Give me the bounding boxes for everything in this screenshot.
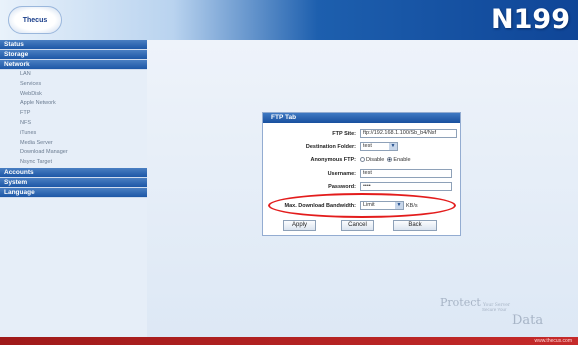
username-input[interactable]: test bbox=[360, 169, 452, 178]
radio-anon-enable[interactable] bbox=[387, 157, 393, 163]
anon-disable-label: Disable bbox=[366, 157, 385, 163]
menu-item-download-manager[interactable]: Download Manager bbox=[0, 148, 147, 158]
menu-item-itunes[interactable]: iTunes bbox=[0, 129, 147, 139]
menu-item-ftp[interactable]: FTP bbox=[0, 109, 147, 119]
sidebar-menu: Status Storage Network LAN Services WebD… bbox=[0, 40, 147, 337]
menu-item-webdisk[interactable]: WebDisk bbox=[0, 90, 147, 100]
menu-item-media-server[interactable]: Media Server bbox=[0, 139, 147, 149]
data-word: Data bbox=[512, 313, 544, 328]
menu-item-lan[interactable]: LAN bbox=[0, 70, 147, 80]
menu-storage[interactable]: Storage bbox=[0, 50, 147, 60]
anonymous-ftp-label: Anonymous FTP: bbox=[310, 157, 356, 163]
username-label: Username: bbox=[327, 171, 356, 177]
menu-status[interactable]: Status bbox=[0, 40, 147, 50]
ftp-site-input[interactable]: ftp://192.168.1.100/Sb_b4/Nsf bbox=[360, 129, 457, 138]
anonymous-ftp-radios: Disable Enable bbox=[360, 155, 411, 165]
chevron-down-icon: ▼ bbox=[389, 143, 397, 150]
password-input[interactable]: •••• bbox=[360, 182, 452, 191]
ftp-site-label: FTP Site: bbox=[332, 131, 356, 137]
destination-folder-label: Destination Folder: bbox=[305, 144, 356, 150]
destination-folder-select[interactable]: test ▼ bbox=[360, 142, 398, 151]
menu-system[interactable]: System bbox=[0, 177, 147, 188]
row-destination-folder: Destination Folder: test ▼ bbox=[263, 141, 462, 153]
menu-accounts[interactable]: Accounts bbox=[0, 167, 147, 178]
radio-anon-disable[interactable] bbox=[360, 157, 365, 163]
menu-item-nsync-target[interactable]: Nsync Target bbox=[0, 158, 147, 168]
menu-network[interactable]: Network bbox=[0, 60, 147, 70]
row-password: Password: •••• bbox=[263, 181, 462, 193]
panel-title: FTP Tab bbox=[263, 113, 460, 123]
header-banner: Thecus N199 bbox=[0, 0, 578, 40]
anon-enable-label: Enable bbox=[393, 157, 411, 163]
highlight-circle bbox=[268, 193, 456, 218]
menu-item-services[interactable]: Services bbox=[0, 80, 147, 90]
footer-url[interactable]: www.thecus.com bbox=[534, 337, 572, 345]
protect-line-2: Secure Your bbox=[482, 307, 507, 312]
destination-folder-value: test bbox=[363, 143, 372, 149]
protect-word: Protect bbox=[440, 296, 481, 309]
logo-text: Thecus bbox=[22, 16, 48, 24]
menu-item-apple-network[interactable]: Apple Network bbox=[0, 99, 147, 109]
menu-language[interactable]: Language bbox=[0, 187, 147, 198]
password-label: Password: bbox=[328, 184, 356, 190]
row-anonymous-ftp: Anonymous FTP: Disable Enable bbox=[263, 154, 462, 166]
brand-logo[interactable]: Thecus bbox=[8, 6, 62, 34]
row-username: Username: test bbox=[263, 168, 462, 180]
footer-bar: www.thecus.com bbox=[0, 337, 578, 345]
apply-button[interactable]: Apply bbox=[283, 220, 316, 231]
row-ftp-site: FTP Site: ftp://192.168.1.100/Sb_b4/Nsf bbox=[263, 128, 462, 140]
cancel-button[interactable]: Cancel bbox=[341, 220, 374, 231]
back-button[interactable]: Back bbox=[393, 220, 437, 231]
menu-item-nfs[interactable]: NFS bbox=[0, 119, 147, 129]
model-name: N199 bbox=[491, 4, 570, 35]
